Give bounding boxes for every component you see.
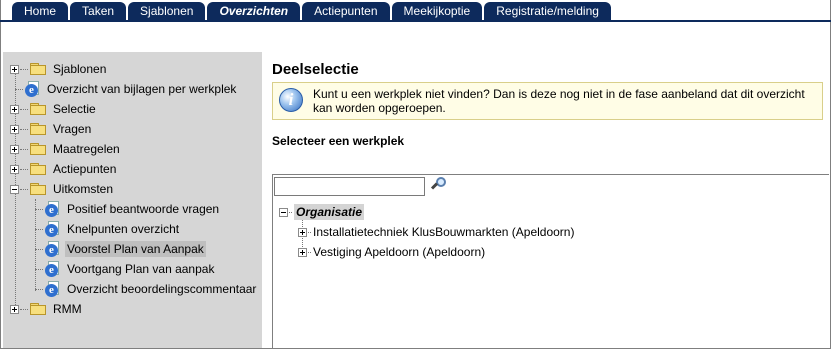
expand-icon[interactable]	[10, 304, 19, 314]
tab-actiepunten[interactable]: Actiepunten	[302, 2, 390, 21]
tab-meekijkoptie[interactable]: Meekijkoptie	[391, 2, 483, 21]
sidebar-item-overzicht-bijlagen[interactable]: e Overzicht van bijlagen per werkplek	[15, 79, 238, 99]
sidebar-item-label: Voorstel Plan van Aanpak	[65, 241, 206, 257]
collapse-icon[interactable]	[10, 184, 19, 194]
ie-page-icon: e	[45, 241, 61, 257]
info-text: Kunt u een werkplek niet vinden? Dan is …	[313, 87, 805, 115]
sidebar-item-label: Knelpunten overzicht	[67, 222, 180, 236]
expand-icon[interactable]	[298, 247, 307, 257]
sidebar-item-actiepunten[interactable]: Actiepunten	[10, 159, 118, 179]
sidebar-item-label: Sjablonen	[53, 62, 107, 76]
ie-page-icon: e	[45, 221, 61, 237]
folder-icon	[30, 123, 46, 135]
folder-icon	[30, 63, 46, 75]
expand-icon[interactable]	[10, 164, 19, 174]
tree-node-installatietechniek[interactable]: Installatietechniek KlusBouwmarkten (Ape…	[298, 223, 574, 241]
sidebar-item-label: RMM	[53, 302, 82, 316]
sidebar-item-label: Selectie	[53, 102, 96, 116]
expand-icon[interactable]	[298, 227, 307, 237]
ie-page-icon: e	[45, 261, 61, 277]
sidebar-item-knelpunten-overzicht[interactable]: e Knelpunten overzicht	[35, 219, 181, 239]
sidebar-item-label: Maatregelen	[53, 142, 120, 156]
tab-home[interactable]: Home	[12, 2, 69, 21]
tree-node-label: Installatietechniek KlusBouwmarkten (Ape…	[313, 225, 575, 239]
info-icon: i	[279, 88, 303, 112]
sidebar-item-voorstel-plan-van-aanpak[interactable]: e Voorstel Plan van Aanpak	[35, 239, 206, 259]
expand-icon[interactable]	[10, 64, 19, 74]
sidebar-item-label: Vragen	[53, 122, 92, 136]
select-workplace-label: Selecteer een werkplek	[272, 134, 405, 148]
main-content: Deelselectie i Kunt u een werkplek niet …	[262, 52, 829, 348]
tab-taken[interactable]: Taken	[70, 2, 127, 21]
sidebar-item-label: Positief beantwoorde vragen	[67, 202, 220, 216]
tree-node-label: Vestiging Apeldoorn (Apeldoorn)	[313, 245, 486, 259]
sidebar-item-maatregelen[interactable]: Maatregelen	[10, 139, 122, 159]
workplace-selector: Organisatie Installatietechniek KlusBouw…	[272, 174, 829, 348]
sidebar-item-label: Uitkomsten	[53, 182, 114, 196]
collapse-icon[interactable]	[279, 207, 288, 217]
expand-icon[interactable]	[10, 104, 19, 114]
sidebar-item-label: Actiepunten	[53, 162, 117, 176]
sidebar-item-overzicht-beoordelingscommentaar[interactable]: e Overzicht beoordelingscommentaar	[35, 279, 258, 299]
main-tab-bar: Home Taken Sjablonen Overzichten Actiepu…	[0, 0, 831, 22]
tab-sjablonen[interactable]: Sjablonen	[128, 2, 206, 21]
sidebar-item-label: Overzicht beoordelingscommentaar	[67, 282, 257, 296]
ie-page-icon: e	[45, 281, 61, 297]
info-box: i Kunt u een werkplek niet vinden? Dan i…	[272, 82, 823, 120]
ie-page-icon: e	[25, 81, 41, 97]
folder-icon	[30, 303, 46, 315]
sidebar-item-selectie[interactable]: Selectie	[10, 99, 98, 119]
tree-node-label: Organisatie	[294, 204, 365, 220]
expand-icon[interactable]	[10, 124, 19, 134]
sidebar-item-label: Overzicht van bijlagen per werkplek	[47, 82, 237, 96]
tree-node-organisatie[interactable]: Organisatie	[279, 203, 365, 221]
tab-registratie-melding[interactable]: Registratie/melding	[484, 2, 611, 21]
search-icon[interactable]	[430, 176, 448, 194]
sidebar-item-label: Voortgang Plan van aanpak	[67, 262, 215, 276]
tab-list: Home Taken Sjablonen Overzichten Actiepu…	[12, 2, 611, 21]
folder-open-icon	[30, 183, 46, 195]
tree-node-vestiging-apeldoorn[interactable]: Vestiging Apeldoorn (Apeldoorn)	[298, 243, 485, 261]
sidebar-item-vragen[interactable]: Vragen	[10, 119, 93, 139]
search-input[interactable]	[274, 177, 425, 196]
page-title: Deelselectie	[272, 61, 359, 78]
ie-page-icon: e	[45, 201, 61, 217]
sidebar-item-uitkomsten[interactable]: Uitkomsten	[10, 179, 115, 199]
sidebar-item-sjablonen[interactable]: Sjablonen	[10, 59, 108, 79]
folder-icon	[30, 103, 46, 115]
sidebar-tree: Sjablonen e Overzicht van bijlagen per w…	[3, 52, 262, 348]
expand-icon[interactable]	[10, 144, 19, 154]
folder-icon	[30, 163, 46, 175]
folder-icon	[30, 143, 46, 155]
sidebar-item-positief-beantwoorde-vragen[interactable]: e Positief beantwoorde vragen	[35, 199, 221, 219]
sidebar-item-rmm[interactable]: RMM	[10, 299, 84, 319]
tab-overzichten[interactable]: Overzichten	[207, 2, 301, 21]
sidebar-item-voortgang-plan-van-aanpak[interactable]: e Voortgang Plan van aanpak	[35, 259, 216, 279]
